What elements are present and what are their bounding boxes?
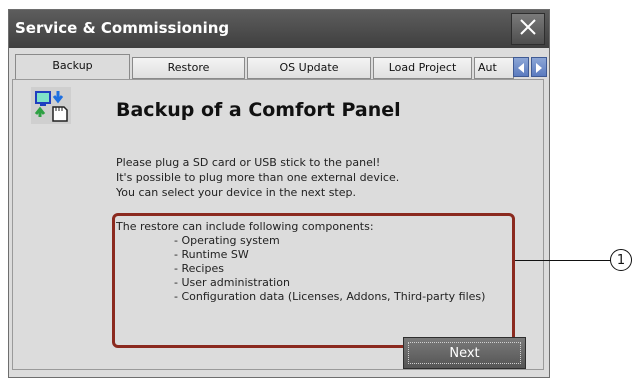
list-item: - Runtime SW [174, 248, 249, 261]
components-header: The restore can include following compon… [116, 220, 374, 233]
arrow-left-icon [517, 58, 525, 77]
tab-backup[interactable]: Backup [15, 54, 130, 80]
intro-line: It's possible to plug more than one exte… [116, 171, 400, 184]
list-item: - User administration [174, 276, 290, 289]
tab-auto[interactable]: Aut [474, 57, 514, 79]
window-title: Service & Commissioning [15, 19, 230, 37]
arrow-right-icon [535, 58, 543, 77]
intro-line: You can select your device in the next s… [116, 186, 356, 199]
callout-marker: 1 [610, 249, 632, 271]
list-item: - Configuration data (Licenses, Addons, … [174, 290, 486, 303]
components-list: The restore can include following compon… [116, 220, 485, 304]
next-button[interactable]: Next [403, 337, 526, 369]
tab-os-update[interactable]: OS Update [247, 57, 371, 79]
close-button[interactable] [511, 13, 545, 45]
tab-scroll-buttons [513, 57, 547, 77]
intro-line: Please plug a SD card or USB stick to th… [116, 156, 381, 169]
backup-device-icon [31, 87, 71, 124]
focus-outline [408, 342, 521, 364]
intro-text: Please plug a SD card or USB stick to th… [116, 155, 399, 200]
page-heading: Backup of a Comfort Panel [116, 99, 401, 121]
tab-scroll-right-button[interactable] [531, 57, 547, 77]
list-item: - Operating system [174, 234, 280, 247]
tab-restore[interactable]: Restore [132, 57, 245, 79]
callout-line [515, 260, 611, 261]
tab-load-project[interactable]: Load Project [373, 57, 472, 79]
list-item: - Recipes [174, 262, 224, 275]
title-bar: Service & Commissioning [9, 10, 549, 48]
close-icon [519, 18, 537, 40]
tab-scroll-left-button[interactable] [513, 57, 529, 77]
